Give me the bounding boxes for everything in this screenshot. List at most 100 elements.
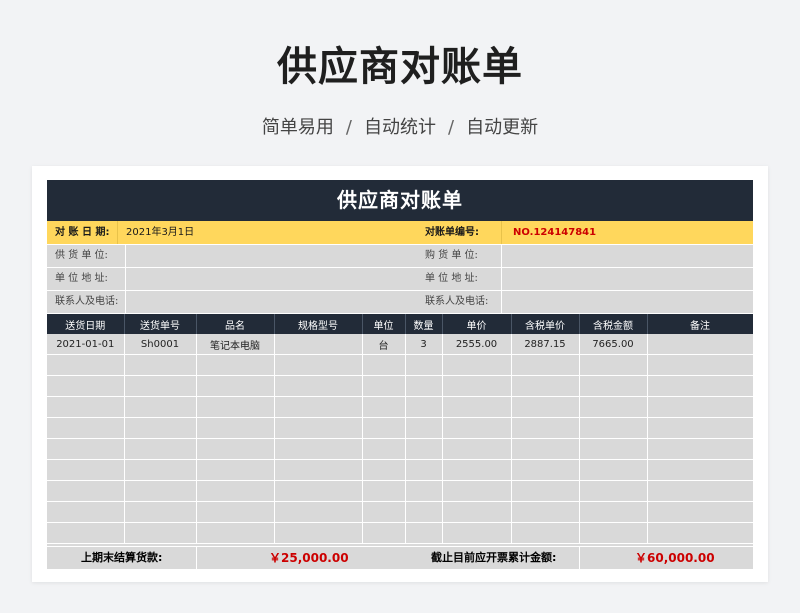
table-cell[interactable] [579, 396, 648, 418]
table-cell[interactable] [196, 354, 275, 376]
table-cell[interactable] [362, 396, 406, 418]
table-cell[interactable] [579, 522, 648, 544]
table-cell[interactable] [274, 396, 363, 418]
table-cell[interactable] [442, 417, 512, 439]
number-value[interactable]: NO.124147841 [513, 221, 596, 244]
table-cell[interactable] [647, 501, 753, 523]
table-cell[interactable] [579, 501, 648, 523]
table-cell[interactable]: 2555.00 [442, 334, 512, 355]
table-cell[interactable] [274, 334, 363, 355]
table-cell[interactable] [511, 375, 580, 397]
table-cell[interactable] [274, 501, 363, 523]
table-cell[interactable] [511, 480, 580, 502]
table-cell[interactable] [442, 459, 512, 481]
table-cell[interactable] [405, 417, 443, 439]
table-cell[interactable] [196, 375, 275, 397]
table-cell[interactable] [274, 480, 363, 502]
table-cell[interactable] [196, 522, 275, 544]
table-cell[interactable] [647, 522, 753, 544]
table-cell[interactable] [442, 354, 512, 376]
table-cell[interactable] [442, 396, 512, 418]
table-cell[interactable] [47, 354, 125, 376]
table-cell[interactable] [647, 375, 753, 397]
table-cell[interactable]: 台 [362, 334, 406, 355]
table-cell[interactable] [124, 396, 197, 418]
date-value[interactable]: 2021年3月1日 [126, 221, 194, 244]
table-cell[interactable] [647, 459, 753, 481]
table-cell[interactable] [647, 417, 753, 439]
table-cell[interactable] [124, 459, 197, 481]
table-cell[interactable] [647, 480, 753, 502]
column-header[interactable]: 单位 [362, 314, 406, 334]
table-cell[interactable] [274, 438, 363, 460]
table-cell[interactable]: 2887.15 [511, 334, 580, 355]
previous-balance-value[interactable]: ￥25,000.00 [269, 547, 349, 569]
table-cell[interactable] [511, 354, 580, 376]
table-cell[interactable] [47, 396, 125, 418]
column-header[interactable]: 数量 [405, 314, 443, 334]
table-cell[interactable] [47, 501, 125, 523]
table-cell[interactable] [124, 501, 197, 523]
table-cell[interactable] [579, 459, 648, 481]
table-cell[interactable] [362, 417, 406, 439]
table-cell[interactable] [579, 354, 648, 376]
table-cell[interactable] [362, 438, 406, 460]
table-cell[interactable] [47, 480, 125, 502]
table-cell[interactable] [124, 375, 197, 397]
table-cell[interactable] [405, 354, 443, 376]
table-cell[interactable] [362, 354, 406, 376]
table-cell[interactable] [579, 417, 648, 439]
table-cell[interactable] [405, 501, 443, 523]
table-cell[interactable] [442, 438, 512, 460]
table-cell[interactable] [47, 438, 125, 460]
table-cell[interactable]: Sh0001 [124, 334, 197, 355]
table-cell[interactable] [124, 480, 197, 502]
table-cell[interactable] [405, 522, 443, 544]
invoice-total-value[interactable]: ￥60,000.00 [635, 547, 715, 569]
table-cell[interactable] [274, 522, 363, 544]
table-cell[interactable] [405, 459, 443, 481]
table-cell[interactable] [47, 522, 125, 544]
table-cell[interactable] [196, 480, 275, 502]
column-header[interactable]: 送货日期 [47, 314, 125, 334]
table-cell[interactable] [647, 396, 753, 418]
table-cell[interactable] [362, 522, 406, 544]
column-header[interactable]: 品名 [196, 314, 275, 334]
table-cell[interactable] [647, 354, 753, 376]
table-cell[interactable] [579, 480, 648, 502]
table-cell[interactable] [362, 459, 406, 481]
table-cell[interactable] [405, 396, 443, 418]
table-cell[interactable] [442, 480, 512, 502]
table-cell[interactable] [124, 522, 197, 544]
table-cell[interactable] [124, 354, 197, 376]
table-cell[interactable]: 2021-01-01 [47, 334, 125, 355]
table-cell[interactable] [196, 396, 275, 418]
table-cell[interactable] [405, 480, 443, 502]
table-cell[interactable] [274, 417, 363, 439]
table-cell[interactable]: 3 [405, 334, 443, 355]
table-cell[interactable] [196, 417, 275, 439]
table-cell[interactable] [124, 438, 197, 460]
table-cell[interactable] [442, 375, 512, 397]
table-cell[interactable] [362, 480, 406, 502]
table-cell[interactable] [274, 459, 363, 481]
column-header[interactable]: 含税单价 [511, 314, 580, 334]
table-cell[interactable] [47, 375, 125, 397]
table-cell[interactable] [579, 438, 648, 460]
table-cell[interactable] [362, 375, 406, 397]
table-cell[interactable] [579, 375, 648, 397]
table-cell[interactable] [405, 375, 443, 397]
table-cell[interactable] [647, 438, 753, 460]
table-cell[interactable] [274, 354, 363, 376]
table-cell[interactable] [511, 417, 580, 439]
table-cell[interactable] [124, 417, 197, 439]
table-cell[interactable] [405, 438, 443, 460]
table-cell[interactable] [442, 522, 512, 544]
table-cell[interactable] [511, 522, 580, 544]
table-cell[interactable] [274, 375, 363, 397]
table-cell[interactable] [196, 438, 275, 460]
table-cell[interactable] [47, 459, 125, 481]
table-cell[interactable]: 笔记本电脑 [196, 334, 275, 355]
column-header[interactable]: 规格型号 [274, 314, 363, 334]
table-cell[interactable] [362, 501, 406, 523]
